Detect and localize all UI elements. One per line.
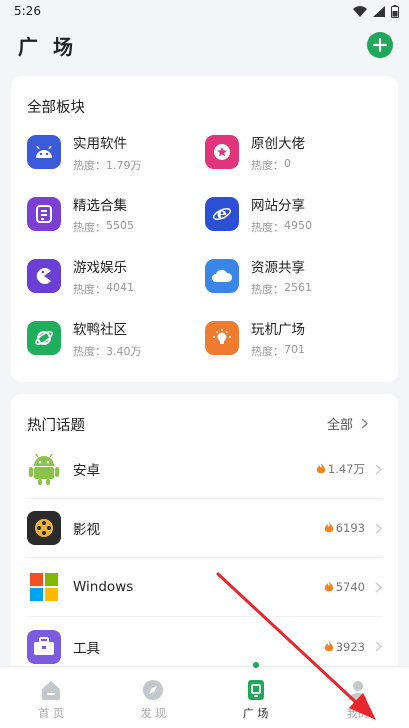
plus-icon xyxy=(373,38,387,52)
boards-grid: 实用软件 热度：1.79万 原创大佬 热度：0 精选合集 热度：5505 xyxy=(27,132,383,380)
nav-item-home[interactable]: 首 页 xyxy=(0,667,102,728)
topic-name: Windows xyxy=(73,579,134,595)
android-icon xyxy=(27,135,61,169)
board-heat: 热度： 4950 xyxy=(251,218,312,234)
topic-list: 安卓 1.47万 影视 6193 Windows 5740 工具 3923 xyxy=(27,440,382,676)
board-heat: 热度： 3.40万 xyxy=(73,344,142,358)
add-post-button[interactable] xyxy=(367,32,393,58)
header: 广 场 xyxy=(0,22,409,68)
square-card-icon xyxy=(247,680,264,700)
board-item-resource-sharing[interactable]: 资源共享 热度： 2561 xyxy=(205,256,383,296)
nav-label: 我的 xyxy=(346,707,369,720)
board-item-website-sharing[interactable]: e 网站分享 热度： 4950 xyxy=(205,194,383,234)
hot-topics-card: 热门话题 全部 安卓 1.47万 影视 6193 Windows 5740 工具… xyxy=(11,394,398,684)
board-heat: 热度： 2561 xyxy=(251,280,312,296)
hot-topics-title: 热门话题 xyxy=(27,418,85,434)
board-heat: 热度： 4041 xyxy=(73,280,134,296)
chevron-right-icon xyxy=(375,463,382,475)
page-title: 广 场 xyxy=(18,34,77,59)
topic-heat: 1.47万 xyxy=(316,461,365,477)
board-item-original-experts[interactable]: 原创大佬 热度： 0 xyxy=(205,132,383,172)
topic-heat: 6193 xyxy=(324,521,365,535)
fire-icon xyxy=(324,640,333,651)
chevron-right-icon xyxy=(361,418,368,429)
toolbox-icon xyxy=(27,629,61,664)
chevron-right-icon xyxy=(375,522,382,534)
topic-item-android[interactable]: 安卓 1.47万 xyxy=(27,440,382,499)
nav-label: 广 场 xyxy=(242,707,269,720)
android-robot-icon xyxy=(27,452,61,486)
active-dot xyxy=(252,662,259,668)
nav-label: 发 现 xyxy=(140,707,167,720)
planet-icon xyxy=(27,321,61,355)
board-heat: 热度： 5505 xyxy=(73,218,134,234)
all-topics-link[interactable]: 全部 xyxy=(327,414,368,433)
board-heat: 热度： 0 xyxy=(251,156,291,172)
chevron-right-icon xyxy=(375,581,382,593)
boards-card: 全部板块 实用软件 热度： 1.79万 原创大佬 热度： 0 精选合集 热度： … xyxy=(11,76,398,382)
nav-item-square[interactable]: 广 场 xyxy=(205,662,307,728)
topic-name: 工具 xyxy=(73,640,100,657)
all-topics-label: 全部 xyxy=(326,418,353,433)
nav-label: 首 页 xyxy=(38,707,64,720)
board-name: 玩机广场 xyxy=(251,321,305,338)
film-reel-icon xyxy=(27,511,61,545)
board-heat: 热度： 701 xyxy=(251,342,305,358)
board-item-phone-tinkering[interactable]: 玩机广场 热度： 701 xyxy=(205,318,383,358)
battery-icon xyxy=(391,4,399,18)
topic-heat: 5740 xyxy=(324,580,365,594)
cloud-icon xyxy=(205,259,239,293)
collection-icon xyxy=(27,197,61,231)
board-name: 精选合集 xyxy=(73,197,127,214)
topic-item-film[interactable]: 影视 6193 xyxy=(27,499,382,558)
topic-heat: 3923 xyxy=(324,640,365,654)
topic-item-windows[interactable]: Windows 5740 xyxy=(27,558,382,617)
status-icons xyxy=(353,4,399,18)
star-badge-icon xyxy=(205,135,239,169)
board-name: 资源共享 xyxy=(251,259,305,276)
boards-title: 全部板块 xyxy=(27,100,85,116)
board-item-curated-collections[interactable]: 精选合集 热度： 5505 xyxy=(27,194,205,234)
status-bar: 5:26 xyxy=(0,0,409,22)
topic-name: 安卓 xyxy=(73,463,100,479)
wifi-icon xyxy=(353,5,367,17)
home-icon xyxy=(42,681,61,700)
browser-e-icon: e xyxy=(205,197,239,231)
windows-logo-icon xyxy=(27,570,61,604)
nav-item-discover[interactable]: 发 现 xyxy=(102,667,204,728)
bulb-icon xyxy=(205,321,239,355)
signal-icon xyxy=(373,5,385,17)
board-name: 实用软件 xyxy=(73,135,127,152)
bottom-nav: 首 页 发 现 广 场 我的 xyxy=(0,662,409,728)
board-item-practical-software[interactable]: 实用软件 热度： 1.79万 xyxy=(27,132,205,172)
chevron-right-icon xyxy=(375,641,382,652)
fire-icon xyxy=(316,463,326,474)
topic-name: 影视 xyxy=(73,522,100,538)
board-item-games-entertainment[interactable]: 游戏娱乐 热度： 4041 xyxy=(27,256,205,296)
compass-icon xyxy=(143,680,164,700)
board-name: 网站分享 xyxy=(251,197,305,214)
user-icon xyxy=(348,681,367,700)
board-name: 软鸭社区 xyxy=(73,321,127,338)
board-item-ruanya-community[interactable]: 软鸭社区 热度： 3.40万 xyxy=(27,318,205,358)
board-name: 游戏娱乐 xyxy=(73,259,127,276)
pacman-icon xyxy=(27,259,61,293)
status-time: 5:26 xyxy=(14,4,41,18)
fire-icon xyxy=(324,581,333,592)
nav-item-profile[interactable]: 我的 xyxy=(307,667,409,728)
fire-icon xyxy=(324,522,333,533)
board-name: 原创大佬 xyxy=(251,135,305,152)
svg-text:e: e xyxy=(217,204,227,223)
board-heat: 热度： 1.79万 xyxy=(73,158,142,172)
